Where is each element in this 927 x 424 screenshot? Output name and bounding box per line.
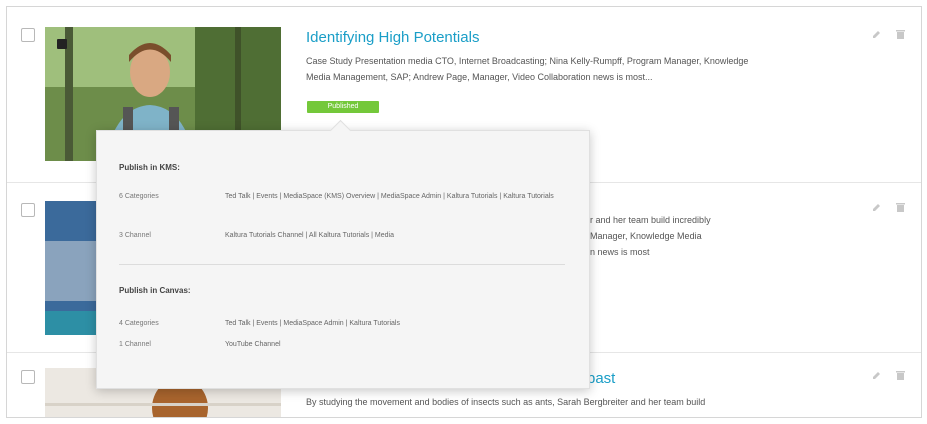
item-title[interactable]: Identifying High Potentials (306, 29, 479, 46)
delete-icon[interactable] (895, 202, 906, 213)
item-description: By studying the movement and bodies of i… (306, 397, 706, 407)
select-checkbox[interactable] (21, 203, 35, 217)
edit-icon[interactable] (871, 202, 882, 213)
kms-categories-value[interactable]: Ted Talk | Events | MediaSpace (KMS) Ove… (225, 190, 555, 203)
kms-channels-label: 3 Channel (119, 232, 151, 239)
publish-details-popover: Publish in KMS: 6 Categories Ted Talk | … (96, 119, 590, 389)
media-type-icon (57, 39, 67, 49)
select-checkbox[interactable] (21, 28, 35, 42)
canvas-categories-value[interactable]: Ted Talk | Events | MediaSpace Admin | K… (225, 317, 555, 330)
edit-icon[interactable] (871, 370, 882, 381)
canvas-channels-value[interactable]: YouTube Channel (225, 338, 555, 351)
kms-heading: Publish in KMS: (119, 163, 180, 172)
item-description: Case Study Presentation media CTO, Inter… (306, 56, 749, 82)
select-checkbox[interactable] (21, 370, 35, 384)
item-description-line: n news is most (590, 247, 650, 257)
media-list: Identifying High Potentials Case Study P… (6, 6, 922, 418)
canvas-categories-label: 4 Categories (119, 320, 159, 327)
kms-categories-label: 6 Categories (119, 193, 159, 200)
status-badge[interactable]: Published (307, 101, 379, 113)
kms-channels-value[interactable]: Kaltura Tutorials Channel | All Kaltura … (225, 229, 555, 242)
delete-icon[interactable] (895, 29, 906, 40)
edit-icon[interactable] (871, 29, 882, 40)
delete-icon[interactable] (895, 370, 906, 381)
canvas-channels-label: 1 Channel (119, 341, 151, 348)
item-description-line: r and her team build incredibly (590, 215, 711, 225)
canvas-heading: Publish in Canvas: (119, 286, 191, 295)
item-description: r and her team build incredibly Manager,… (590, 212, 750, 260)
divider (119, 264, 565, 265)
item-description-line: Manager, Knowledge Media (590, 231, 702, 241)
item-title[interactable]: past (587, 370, 615, 387)
